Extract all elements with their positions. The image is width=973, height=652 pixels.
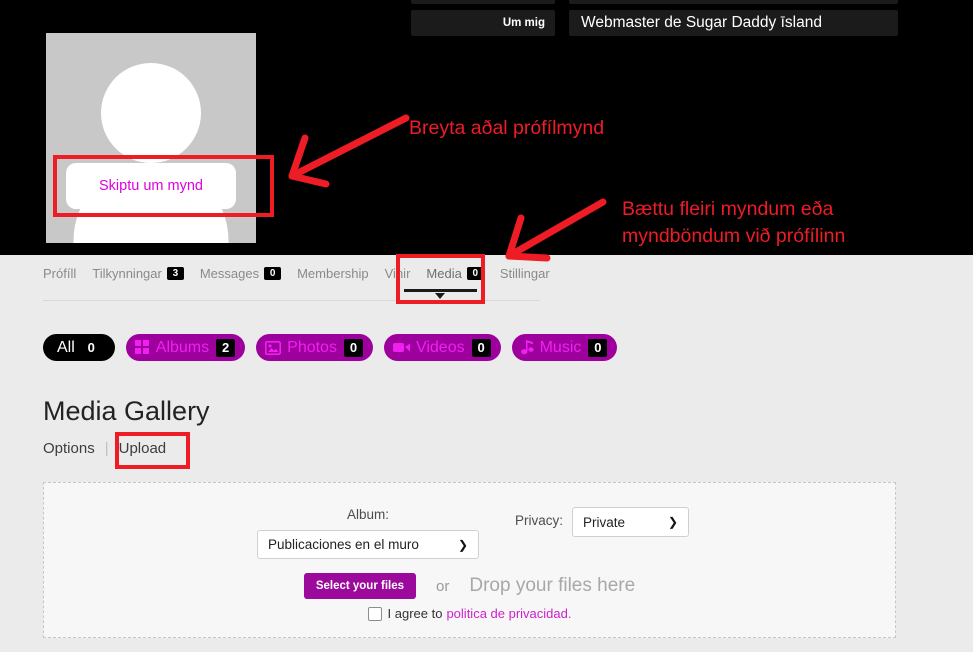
- agree-text: I agree to: [387, 606, 443, 621]
- media-filter-pills[interactable]: All 0 Albums 2 Photos 0 Videos 0 Music 0: [43, 334, 628, 361]
- profile-info-table: Borg Besta sugardating vefsíða á Íslandi…: [411, 0, 898, 42]
- privacy-select-value: Private: [583, 514, 626, 530]
- annotation-text-change-photo: Breyta aðal prófílmynd: [409, 117, 605, 139]
- filter-pill-count: 0: [343, 338, 363, 357]
- info-value-um-mig: Webmaster de Sugar Daddy īsland: [569, 10, 898, 36]
- filter-pill-albums[interactable]: Albums 2: [125, 334, 246, 361]
- album-field: Album: Publicaciones en el muro ❯: [257, 507, 479, 559]
- image-icon: [265, 340, 282, 355]
- nav-item-tilkynningar[interactable]: Tilkynningar 3: [92, 262, 184, 281]
- nav-badge: 0: [264, 267, 282, 280]
- filter-pill-music[interactable]: Music 0: [511, 334, 618, 361]
- chevron-down-icon: ❯: [457, 537, 468, 552]
- privacy-select[interactable]: Private ❯: [572, 507, 690, 537]
- album-select-value: Publicaciones en el muro: [268, 537, 419, 552]
- nav-item-label: Tilkynningar: [92, 266, 162, 281]
- filter-pill-label: Albums: [155, 338, 210, 356]
- filter-pill-label: Videos: [415, 338, 465, 356]
- user-silhouette-icon: [101, 63, 201, 163]
- filter-pill-count: 0: [471, 338, 491, 357]
- filter-pill-all[interactable]: All 0: [43, 334, 115, 361]
- nav-item-vinir[interactable]: Vinir: [385, 262, 411, 281]
- grid-icon: [134, 340, 150, 355]
- nav-badge: 0: [466, 267, 484, 280]
- privacy-label: Privacy:: [515, 513, 564, 528]
- links-separator: |: [104, 440, 109, 457]
- select-files-button[interactable]: Select your files: [303, 573, 417, 599]
- privacy-field: Privacy: Private ❯: [515, 507, 690, 537]
- nav-badge: 3: [166, 267, 184, 280]
- filter-pill-count: 2: [216, 338, 236, 357]
- info-label-borg: Borg: [411, 0, 555, 4]
- filter-pill-label: Photos: [287, 338, 337, 356]
- filter-pill-photos[interactable]: Photos 0: [256, 334, 373, 361]
- chevron-down-icon: ❯: [667, 515, 679, 529]
- gallery-actions[interactable]: Options | Upload: [43, 440, 166, 457]
- album-select[interactable]: Publicaciones en el muro ❯: [257, 530, 479, 559]
- nav-active-underline: [404, 289, 477, 292]
- info-label-um-mig: Um mig: [411, 10, 555, 36]
- drop-files-label: Drop your files here: [469, 575, 636, 596]
- nav-item-messages[interactable]: Messages 0: [199, 262, 282, 281]
- nav-item-label: Stillingar: [499, 266, 550, 281]
- video-camera-icon: [392, 341, 410, 354]
- nav-item-label: Prófíll: [43, 266, 77, 281]
- or-label: or: [436, 577, 450, 595]
- annotation-text-media: Bættu fleiri myndum eða myndböndum við p…: [622, 198, 846, 247]
- agree-row[interactable]: I agree to politica de privacidad.: [44, 606, 895, 621]
- album-label: Album:: [346, 507, 390, 522]
- nav-item-profill[interactable]: Prófíll: [43, 262, 76, 281]
- page-bottom-strip: [0, 638, 973, 652]
- nav-item-media[interactable]: Media 0: [426, 262, 484, 281]
- filter-pill-videos[interactable]: Videos 0: [383, 334, 501, 361]
- info-row: Um mig Webmaster de Sugar Daddy īsland: [411, 10, 898, 36]
- profile-avatar[interactable]: Skiptu um mynd: [43, 30, 259, 246]
- info-value-borg: Besta sugardating vefsíða á Íslandi: [569, 0, 898, 4]
- filter-pill-label: Music: [539, 338, 582, 356]
- filter-pill-label: All: [57, 338, 75, 356]
- nav-divider: [43, 300, 540, 301]
- agree-checkbox[interactable]: [367, 606, 382, 621]
- chevron-down-icon: [435, 293, 445, 299]
- upload-panel: Album: Publicaciones en el muro ❯ Privac…: [43, 482, 896, 638]
- info-row: Borg Besta sugardating vefsíða á Íslandi: [411, 0, 898, 4]
- nav-item-membership[interactable]: Membership: [297, 262, 369, 281]
- nav-item-label: Messages: [199, 266, 260, 281]
- nav-item-stillingar[interactable]: Stillingar: [500, 262, 550, 281]
- nav-item-label: Membership: [297, 266, 369, 281]
- upload-link[interactable]: Upload: [119, 440, 167, 457]
- upload-dropzone-row[interactable]: Select your files or Drop your files her…: [44, 573, 895, 599]
- filter-pill-count: 0: [81, 338, 101, 357]
- nav-item-label: Media: [426, 266, 462, 281]
- music-note-icon: [520, 340, 534, 355]
- nav-item-label: Vinir: [384, 266, 411, 281]
- filter-pill-count: 0: [588, 338, 608, 357]
- options-link[interactable]: Options: [43, 440, 95, 457]
- page-title: Media Gallery: [43, 396, 210, 426]
- change-photo-button[interactable]: Skiptu um mynd: [66, 163, 236, 209]
- privacy-policy-link[interactable]: politica de privacidad.: [446, 606, 571, 621]
